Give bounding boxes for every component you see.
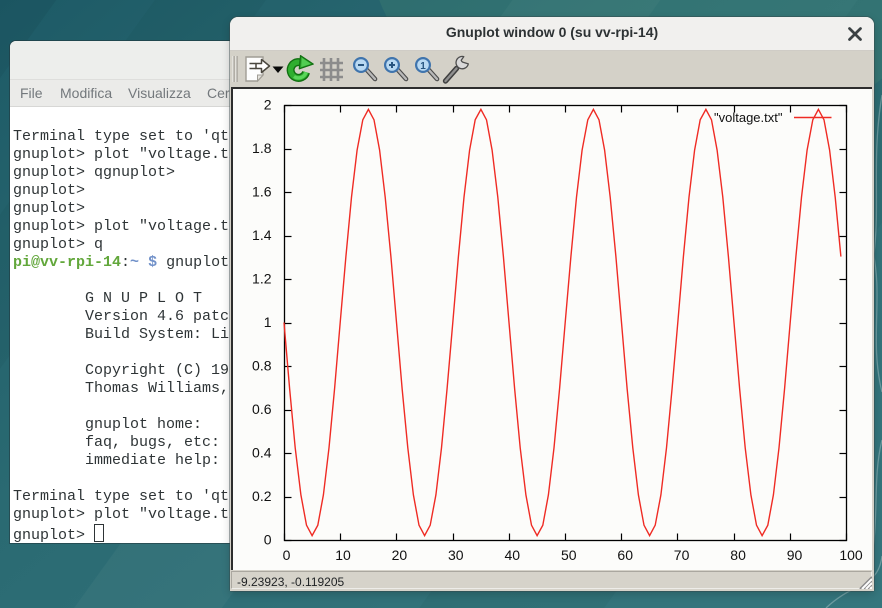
svg-text:20: 20 — [392, 547, 408, 563]
svg-text:1.8: 1.8 — [252, 140, 272, 156]
svg-text:1: 1 — [264, 314, 272, 330]
svg-text:80: 80 — [730, 547, 746, 563]
svg-text:0: 0 — [283, 547, 291, 563]
svg-text:0.8: 0.8 — [252, 358, 272, 374]
svg-text:1.6: 1.6 — [252, 184, 272, 200]
svg-text:"voltage.txt": "voltage.txt" — [714, 110, 783, 125]
svg-text:2: 2 — [264, 97, 272, 113]
svg-text:1.2: 1.2 — [252, 271, 272, 287]
svg-text:0: 0 — [264, 532, 272, 548]
svg-text:1.4: 1.4 — [252, 227, 272, 243]
svg-text:40: 40 — [505, 547, 521, 563]
svg-text:0.6: 0.6 — [252, 401, 272, 417]
svg-text:30: 30 — [448, 547, 464, 563]
svg-text:90: 90 — [787, 547, 803, 563]
svg-text:100: 100 — [839, 547, 863, 563]
svg-text:10: 10 — [335, 547, 351, 563]
svg-text:1: 1 — [420, 61, 426, 72]
svg-text:0.2: 0.2 — [252, 488, 272, 504]
svg-text:0.4: 0.4 — [252, 445, 272, 461]
svg-text:70: 70 — [674, 547, 690, 563]
svg-text:50: 50 — [561, 547, 577, 563]
svg-text:60: 60 — [617, 547, 633, 563]
